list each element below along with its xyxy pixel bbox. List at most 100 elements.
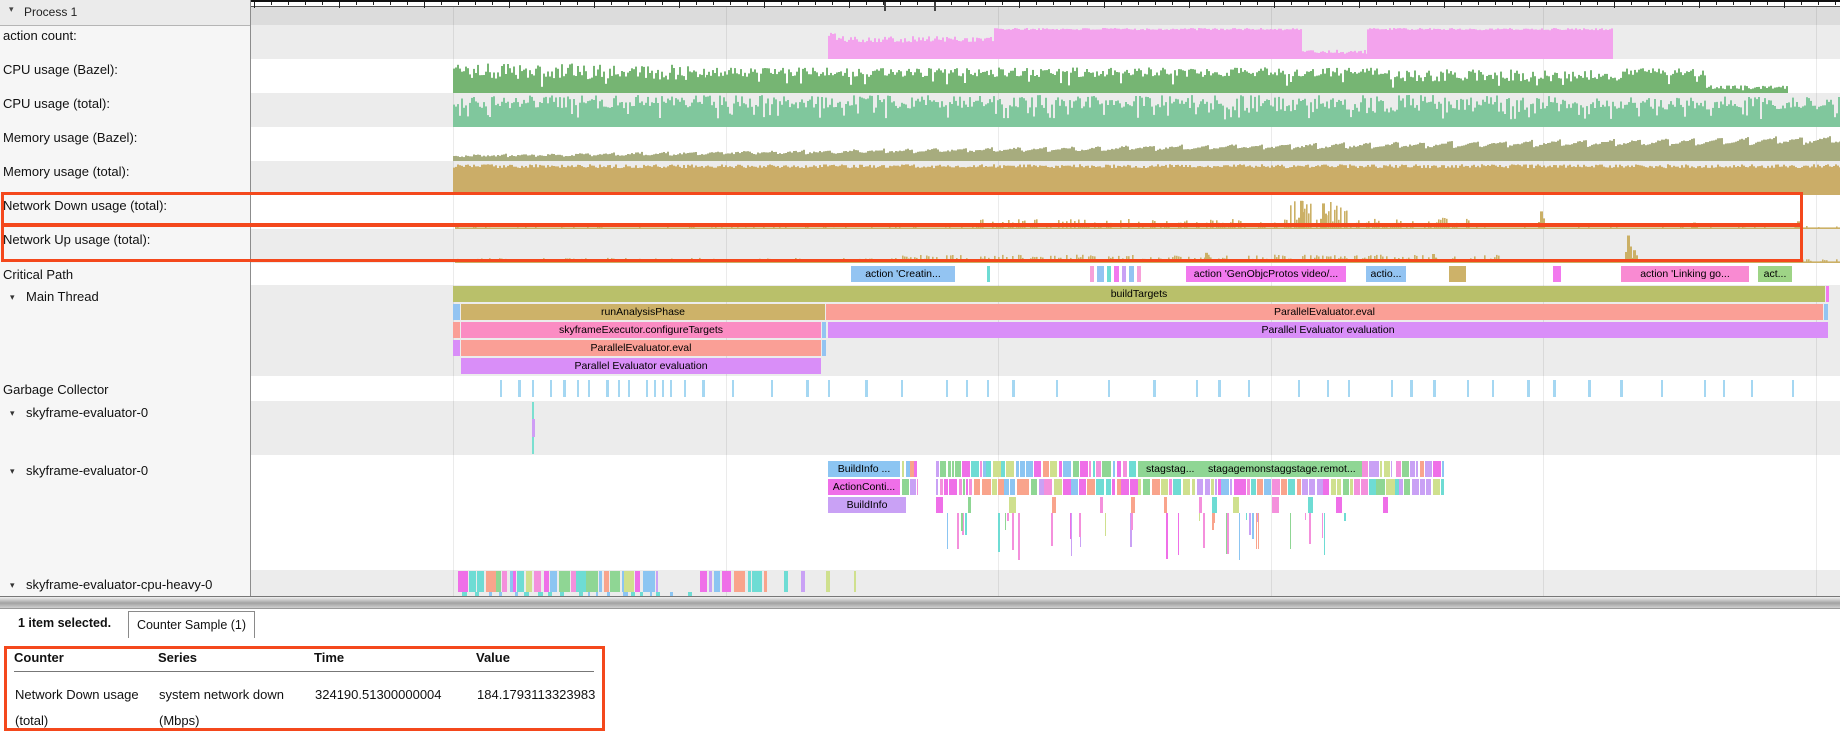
evaluator-slice[interactable] — [971, 461, 979, 477]
evaluator-slice[interactable] — [1221, 479, 1228, 495]
evaluator-slice[interactable] — [910, 479, 916, 495]
evaluator-slice[interactable] — [1272, 497, 1280, 513]
timeline-ruler[interactable] — [251, 0, 1840, 7]
gc-tick[interactable] — [670, 380, 672, 397]
evaluator-slice[interactable] — [1054, 479, 1062, 495]
critical-path-slice[interactable] — [1449, 266, 1466, 282]
main-thread-slice[interactable]: skyframeExecutor.configureTargets — [461, 322, 821, 338]
evaluator-slice[interactable] — [586, 571, 597, 592]
table-row[interactable]: Network Down usage (total) system networ… — [14, 672, 594, 736]
evaluator-slice[interactable] — [714, 571, 719, 592]
evaluator-slice[interactable] — [1129, 461, 1136, 477]
evaluator-slice[interactable] — [734, 571, 746, 592]
evaluator-slice[interactable] — [709, 571, 712, 592]
main-thread-slice[interactable]: Parallel Evaluator evaluation — [828, 322, 1828, 338]
counter-chart-net-down[interactable] — [251, 195, 1840, 229]
evaluator-slice[interactable] — [1117, 461, 1121, 477]
evaluator-slice[interactable] — [940, 461, 945, 477]
evaluator-slice[interactable] — [1362, 461, 1368, 477]
evaluator-slice[interactable] — [1212, 497, 1217, 513]
collapse-arrow-icon[interactable]: ▾ — [10, 462, 15, 480]
evaluator-slice[interactable] — [1441, 479, 1444, 495]
critical-path-slice[interactable] — [987, 266, 990, 282]
gc-tick[interactable] — [628, 380, 630, 397]
gc-tick[interactable] — [732, 380, 734, 397]
gc-tick[interactable] — [1012, 380, 1015, 397]
gc-tick[interactable] — [1196, 380, 1198, 397]
gc-tick[interactable] — [1348, 380, 1350, 397]
evaluator-slice[interactable] — [1404, 479, 1410, 495]
evaluator-slice[interactable] — [992, 479, 998, 495]
evaluator-slice[interactable] — [952, 461, 954, 477]
collapse-arrow-icon[interactable]: ▾ — [10, 576, 15, 594]
gc-tick[interactable] — [1792, 380, 1794, 397]
evaluator-slice[interactable] — [1376, 479, 1385, 495]
evaluator-slice[interactable] — [1043, 461, 1050, 477]
evaluator-slice[interactable] — [940, 479, 943, 495]
evaluator-slice[interactable] — [550, 571, 558, 592]
gc-tick[interactable] — [1410, 380, 1413, 397]
critical-path-slice[interactable] — [1137, 266, 1141, 282]
evaluator-slice[interactable] — [1143, 479, 1151, 495]
main-thread-slice[interactable] — [1824, 304, 1828, 320]
gc-tick[interactable] — [550, 380, 552, 397]
evaluator-slice[interactable] — [1425, 461, 1433, 477]
critical-path-slice[interactable] — [1107, 266, 1111, 282]
evaluator-slice[interactable] — [1372, 461, 1378, 477]
critical-path-slice[interactable] — [1097, 266, 1104, 282]
evaluator-slice[interactable] — [1205, 479, 1210, 495]
evaluator-slice[interactable] — [1350, 479, 1354, 495]
evaluator-slice[interactable] — [936, 479, 938, 495]
main-thread-slice[interactable]: runAnalysisPhase — [461, 304, 825, 320]
evaluator-slice[interactable] — [966, 479, 968, 495]
evaluator-slice[interactable] — [1308, 497, 1312, 513]
panel-splitter[interactable] — [0, 596, 1840, 609]
evaluator-slice[interactable] — [955, 461, 962, 477]
counter-chart-cpu-total[interactable] — [251, 93, 1840, 127]
evaluator-slice[interactable] — [1234, 479, 1241, 495]
evaluator-slice[interactable] — [1063, 479, 1071, 495]
evaluator-slice[interactable] — [914, 461, 917, 477]
gc-tick[interactable] — [684, 380, 686, 397]
gc-tick[interactable] — [771, 380, 773, 397]
evaluator-slice[interactable] — [1079, 479, 1086, 495]
evaluator-slice[interactable] — [1391, 461, 1392, 477]
evaluator-slice[interactable] — [1199, 497, 1202, 513]
evaluator-slice[interactable] — [576, 571, 585, 592]
evaluator-slice[interactable] — [902, 461, 904, 477]
main-thread-slice[interactable] — [1826, 286, 1829, 302]
evaluator-slice[interactable] — [1052, 497, 1056, 513]
evaluator-slice[interactable] — [917, 479, 918, 495]
gc-tick[interactable] — [702, 380, 705, 397]
evaluator-slice[interactable] — [1102, 461, 1111, 477]
evaluator-slice[interactable] — [1288, 479, 1295, 495]
gc-tick[interactable] — [1153, 380, 1156, 397]
evaluator-slice[interactable] — [993, 461, 1001, 477]
evaluator-slice[interactable] — [1010, 479, 1015, 495]
critical-path-slice[interactable] — [1090, 266, 1094, 282]
gc-tick[interactable] — [606, 380, 609, 397]
counter-chart-net-up[interactable] — [251, 229, 1840, 263]
evaluator-slice[interactable] — [1123, 461, 1128, 477]
evaluator-slice[interactable] — [1006, 461, 1014, 477]
evaluator-slice[interactable] — [1031, 479, 1037, 495]
evaluator-slice[interactable] — [1337, 479, 1341, 495]
evaluator-slice[interactable] — [1331, 479, 1336, 495]
evaluator-slice[interactable] — [1063, 461, 1072, 477]
critical-path-slice[interactable] — [1553, 266, 1561, 282]
critical-path-slice[interactable]: action 'GenObjcProtos video/... — [1186, 266, 1346, 282]
evaluator-slice[interactable] — [1152, 479, 1160, 495]
evaluator-slice[interactable] — [1071, 479, 1077, 495]
gc-tick[interactable] — [618, 380, 620, 397]
evaluator-slice[interactable] — [1131, 497, 1135, 513]
evaluator-slice[interactable] — [1121, 479, 1129, 495]
gc-tick[interactable] — [865, 380, 868, 397]
evaluator-slice[interactable] — [1416, 461, 1418, 477]
collapse-arrow-icon[interactable]: ▾ — [10, 288, 15, 306]
gc-tick[interactable] — [1433, 380, 1436, 397]
gc-tick[interactable] — [1661, 380, 1663, 397]
evaluator-slice[interactable] — [722, 571, 731, 592]
main-thread-slice[interactable] — [453, 340, 460, 356]
evaluator-slice[interactable] — [1026, 461, 1032, 477]
evaluator-slice[interactable] — [1251, 479, 1256, 495]
